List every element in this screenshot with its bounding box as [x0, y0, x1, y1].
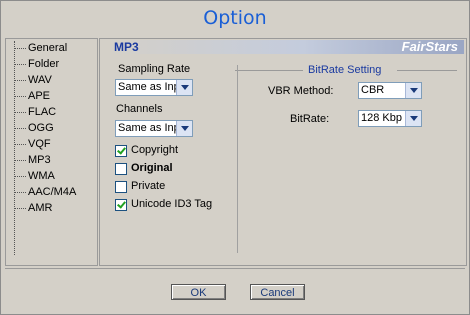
tree-item-flac[interactable]: FLAC: [14, 105, 56, 119]
private-checkbox[interactable]: [115, 181, 127, 193]
vbr-method-select[interactable]: CBR: [358, 82, 422, 99]
option-dialog: Option General Folder WAV APE FLAC OGG V…: [0, 0, 470, 315]
chevron-down-icon[interactable]: [176, 121, 192, 136]
bitrate-group-title: BitRate Setting: [305, 64, 385, 76]
private-label: Private: [131, 180, 166, 192]
vbr-method-label: VBR Method:: [268, 85, 334, 97]
ok-button[interactable]: OK: [171, 284, 226, 300]
channels-value: Same as Inp: [118, 122, 180, 134]
copyright-label: Copyright: [131, 144, 179, 156]
unicode-id3-checkbox[interactable]: [115, 199, 127, 211]
channels-select[interactable]: Same as Inp: [115, 120, 193, 137]
bitrate-value: 128 Kbp: [361, 112, 402, 124]
bitrate-select[interactable]: 128 Kbp: [358, 110, 422, 127]
bitrate-label: BitRate:: [290, 113, 330, 125]
chevron-down-icon[interactable]: [405, 83, 421, 98]
sampling-rate-select[interactable]: Same as Inp: [115, 79, 193, 96]
tree-item-amr[interactable]: AMR: [14, 201, 52, 215]
copyright-checkbox[interactable]: [115, 145, 127, 157]
chevron-down-icon[interactable]: [176, 80, 192, 95]
tree-item-mp3[interactable]: MP3: [14, 153, 51, 167]
tree-item-ogg[interactable]: OGG: [14, 121, 54, 135]
tree-item-wma[interactable]: WMA: [14, 169, 55, 183]
settings-panel: MP3 FairStars Sampling Rate Same as Inp …: [99, 38, 467, 266]
group-line-right: [397, 70, 457, 71]
group-line-left: [235, 70, 303, 71]
tree-item-general[interactable]: General: [14, 41, 67, 55]
original-checkbox[interactable]: [115, 163, 127, 175]
category-tree: General Folder WAV APE FLAC OGG VQF MP3 …: [5, 38, 98, 266]
vertical-divider: [237, 65, 238, 253]
dialog-title: Option: [203, 7, 267, 29]
original-label: Original: [131, 162, 173, 174]
sampling-rate-value: Same as Inp: [118, 81, 180, 93]
brand-label: FairStars: [401, 39, 458, 54]
chevron-down-icon[interactable]: [405, 111, 421, 126]
tree-item-ape[interactable]: APE: [14, 89, 50, 103]
tree-item-wav[interactable]: WAV: [14, 73, 52, 87]
format-title: MP3: [114, 40, 139, 54]
cancel-button[interactable]: Cancel: [250, 284, 305, 300]
tree-item-aac-m4a[interactable]: AAC/M4A: [14, 185, 76, 199]
footer-divider: [5, 268, 465, 269]
sampling-rate-label: Sampling Rate: [118, 63, 191, 75]
panel-header-bar: MP3 FairStars: [106, 40, 464, 54]
tree-item-vqf[interactable]: VQF: [14, 137, 51, 151]
unicode-id3-label: Unicode ID3 Tag: [131, 198, 213, 210]
tree-item-folder[interactable]: Folder: [14, 57, 59, 71]
vbr-method-value: CBR: [361, 84, 385, 96]
channels-label: Channels: [116, 103, 163, 115]
